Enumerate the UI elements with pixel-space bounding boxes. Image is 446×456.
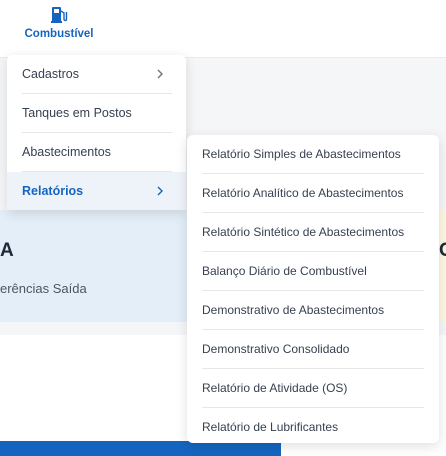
submenu-item-demonstrativo-abastecimentos[interactable]: Demonstrativo de Abastecimentos xyxy=(187,291,439,329)
submenu-item-label: Relatório Sintético de Abastecimentos xyxy=(202,225,405,239)
nav-label: Combustível xyxy=(24,28,94,40)
submenu-item-balanco-diario[interactable]: Balanço Diário de Combustível xyxy=(187,252,439,290)
submenu-item-relatorio-simples[interactable]: Relatório Simples de Abastecimentos xyxy=(187,135,439,173)
menu-item-label: Cadastros xyxy=(22,67,79,81)
menu-item-label: Tanques em Postos xyxy=(22,106,132,120)
submenu-item-label: Relatório de Lubrificantes xyxy=(202,420,339,434)
submenu-item-label: Balanço Diário de Combustível xyxy=(202,264,367,278)
relatorios-submenu: Relatório Simples de Abastecimentos Rela… xyxy=(187,135,439,443)
fuel-pump-icon xyxy=(51,7,68,23)
panel-heading-left: A xyxy=(0,240,14,261)
combustivel-dropdown-menu: Cadastros Tanques em Postos Abasteciment… xyxy=(7,55,186,210)
nav-item-combustivel[interactable]: Combustível xyxy=(20,5,98,49)
menu-item-cadastros[interactable]: Cadastros xyxy=(7,55,186,93)
submenu-item-label: Demonstrativo de Abastecimentos xyxy=(202,303,385,317)
chevron-right-icon xyxy=(157,186,163,196)
submenu-item-relatorio-atividade[interactable]: Relatório de Atividade (OS) xyxy=(187,369,439,407)
top-navbar: Combustível xyxy=(0,0,446,58)
submenu-item-label: Relatório Simples de Abastecimentos xyxy=(202,147,401,161)
menu-item-label: Relatórios xyxy=(22,184,84,198)
submenu-item-relatorio-lubrificantes[interactable]: Relatório de Lubrificantes xyxy=(187,408,439,446)
submenu-item-label: Relatório Analítico de Abastecimentos xyxy=(202,186,404,200)
panel-heading-right: C xyxy=(439,240,446,261)
submenu-item-relatorio-sintetico[interactable]: Relatório Sintético de Abastecimentos xyxy=(187,213,439,251)
chevron-right-icon xyxy=(157,69,163,79)
submenu-item-label: Relatório de Atividade (OS) xyxy=(202,381,348,395)
menu-item-label: Abastecimentos xyxy=(22,145,111,159)
panel-text: erências Saída xyxy=(0,281,87,296)
submenu-item-demonstrativo-consolidado[interactable]: Demonstrativo Consolidado xyxy=(187,330,439,368)
menu-item-relatorios[interactable]: Relatórios xyxy=(7,172,186,210)
submenu-item-relatorio-analitico[interactable]: Relatório Analítico de Abastecimentos xyxy=(187,174,439,212)
submenu-item-label: Demonstrativo Consolidado xyxy=(202,342,350,356)
menu-item-tanques-em-postos[interactable]: Tanques em Postos xyxy=(7,94,186,132)
menu-item-abastecimentos[interactable]: Abastecimentos xyxy=(7,133,186,171)
